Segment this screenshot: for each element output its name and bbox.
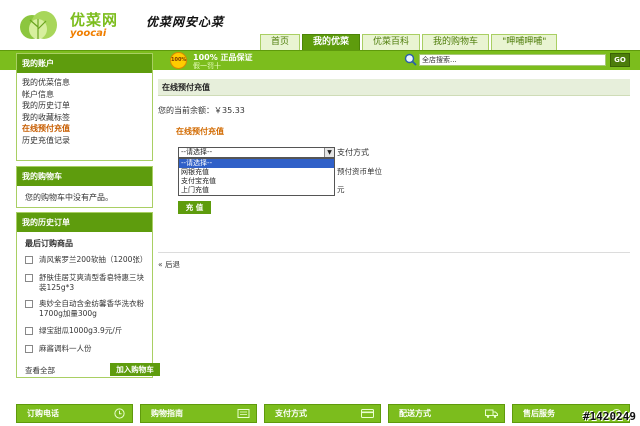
- currency-unit-label: 预付资币单位: [337, 167, 382, 176]
- footer-payment-methods[interactable]: 支付方式: [264, 404, 381, 423]
- account-balance: 您的当前余额：￥35.33: [158, 106, 245, 115]
- tab-xiabu[interactable]: "呷哺呷哺": [491, 34, 558, 50]
- cabbage-logo-icon: [20, 11, 57, 39]
- dropdown-option[interactable]: --请选择--: [179, 159, 334, 168]
- payment-method-dropdown: --请选择-- 网银充值 支付宝充值 上门充值: [178, 158, 335, 196]
- my-account-panel: 我的账户 我的优菜信息 帐户信息 我的历史订单 我的收藏标签 在线预付充值 历史…: [16, 53, 153, 161]
- tab-my-yoocai[interactable]: 我的优菜: [302, 34, 361, 50]
- dropdown-option[interactable]: 支付宝充值: [179, 177, 334, 186]
- sidebar-item-online-recharge[interactable]: 在线预付充值: [22, 123, 152, 135]
- truck-icon: [485, 409, 498, 418]
- add-to-cart-button[interactable]: 加入购物车: [110, 363, 160, 376]
- footer-label: 订购电话: [27, 409, 59, 418]
- back-link[interactable]: « 后退: [158, 259, 180, 270]
- product-checkbox[interactable]: [25, 256, 33, 264]
- my-cart-panel: 我的购物车 您的购物车中没有产品。: [16, 166, 153, 208]
- tab-encyclopedia[interactable]: 优菜百科: [362, 34, 421, 50]
- card-icon: [361, 409, 374, 418]
- footer-delivery-methods[interactable]: 配送方式: [388, 404, 505, 423]
- image-watermark: #1420249: [583, 410, 636, 423]
- site-logo[interactable]: 优菜网 yoocai: [18, 7, 138, 43]
- footer-label: 支付方式: [275, 409, 307, 418]
- product-checkbox[interactable]: [25, 327, 33, 335]
- view-all-link[interactable]: 查看全部: [25, 365, 55, 376]
- sidebar-item-order-history[interactable]: 我的历史订单: [22, 100, 152, 112]
- sidebar-item-recharge-history[interactable]: 历史充值记录: [22, 135, 152, 147]
- tab-my-cart[interactable]: 我的购物车: [422, 34, 490, 50]
- divider: [158, 252, 630, 253]
- footer-label: 售后服务: [523, 409, 555, 418]
- guide-icon: [237, 409, 250, 418]
- list-item: 舒肤佳居艾爽清型香皂特惠三块装125g*3: [25, 273, 149, 293]
- page-title: 在线预付充值: [158, 79, 630, 96]
- footer-label: 配送方式: [399, 409, 431, 418]
- site-slogan: 优菜网安心菜: [146, 15, 225, 29]
- account-menu: 我的优菜信息 帐户信息 我的历史订单 我的收藏标签 在线预付充值 历史充值记录: [17, 73, 152, 146]
- dropdown-option[interactable]: 上门充值: [179, 186, 334, 195]
- list-item: 奥妙全自动含金纺馨香华洗衣粉1700g加量300g: [25, 299, 149, 319]
- recharge-button[interactable]: 充 值: [178, 201, 211, 214]
- product-checkbox[interactable]: [25, 274, 33, 282]
- footer-bar: 订购电话 购物指南 支付方式 配送方式 售后服务: [16, 404, 630, 423]
- sidebar-item-profile[interactable]: 我的优菜信息: [22, 77, 152, 89]
- recent-products-title: 最后订购商品: [25, 239, 73, 248]
- order-history-title: 我的历史订单: [17, 213, 152, 232]
- product-checkbox[interactable]: [25, 345, 33, 353]
- clock-icon: [114, 408, 125, 419]
- cart-empty-text: 您的购物车中没有产品。: [25, 193, 113, 202]
- product-name[interactable]: 绿宝甜瓜1000g3.9元/斤: [39, 326, 149, 336]
- logo-text-en: yoocai: [70, 28, 107, 39]
- list-item: 清风紫罗兰200软抽（1200张）: [25, 255, 149, 265]
- logo-text-cn: 优菜网: [70, 11, 119, 29]
- payment-method-label: 支付方式: [337, 148, 369, 157]
- quality-badge-icon: 100%: [170, 52, 187, 69]
- sidebar-item-favorites[interactable]: 我的收藏标签: [22, 112, 152, 124]
- dropdown-option[interactable]: 网银充值: [179, 168, 334, 177]
- search-icon: [404, 53, 417, 66]
- promo-penalty: 假一罚十: [193, 62, 221, 70]
- select-value: --请选择--: [181, 148, 213, 156]
- list-item: 麻酱调料一人份: [25, 344, 149, 354]
- yuan-label: 元: [337, 185, 345, 194]
- product-name[interactable]: 清风紫罗兰200软抽（1200张）: [39, 255, 149, 265]
- list-item: 绿宝甜瓜1000g3.9元/斤: [25, 326, 149, 336]
- footer-label: 购物指南: [151, 409, 183, 418]
- chevron-down-icon[interactable]: ▼: [324, 148, 334, 157]
- search-button[interactable]: GO: [610, 53, 630, 67]
- tab-home[interactable]: 首页: [260, 34, 301, 50]
- footer-shopping-guide[interactable]: 购物指南: [140, 404, 257, 423]
- payment-method-select[interactable]: --请选择-- ▼: [178, 147, 335, 158]
- my-cart-title: 我的购物车: [17, 167, 152, 186]
- product-checkbox[interactable]: [25, 300, 33, 308]
- sidebar-item-account-info[interactable]: 帐户信息: [22, 89, 152, 101]
- order-history-panel: 我的历史订单 最后订购商品 清风紫罗兰200软抽（1200张） 舒肤佳居艾爽清型…: [16, 212, 160, 378]
- search-input[interactable]: [419, 54, 606, 66]
- site-header: 优菜网 yoocai 优菜网安心菜 首页 我的优菜 优菜百科 我的购物车 "呷哺…: [0, 0, 640, 50]
- footer-order-phone[interactable]: 订购电话: [16, 404, 133, 423]
- section-title: 在线预付充值: [176, 127, 224, 136]
- product-name[interactable]: 奥妙全自动含金纺馨香华洗衣粉1700g加量300g: [39, 299, 149, 319]
- main-nav: 首页 我的优菜 优菜百科 我的购物车 "呷哺呷哺": [260, 34, 559, 50]
- my-account-title: 我的账户: [17, 54, 152, 73]
- product-name[interactable]: 舒肤佳居艾爽清型香皂特惠三块装125g*3: [39, 273, 149, 293]
- product-name[interactable]: 麻酱调料一人份: [39, 344, 149, 354]
